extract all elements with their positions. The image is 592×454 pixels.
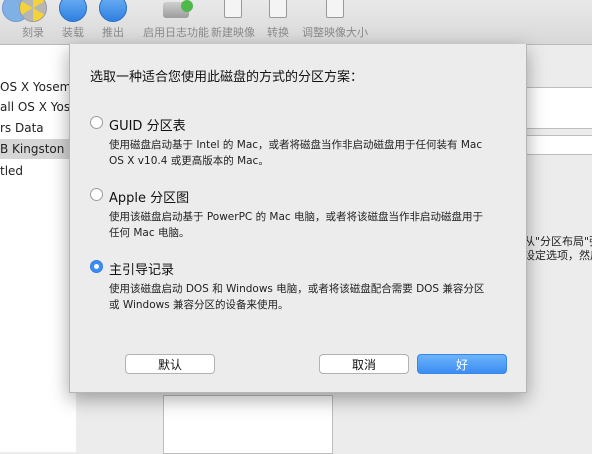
option-label-apple: Apple 分区图: [109, 191, 190, 206]
instruction-text-2: 设定选项，然后: [524, 249, 592, 262]
journal-icon: [163, 0, 193, 18]
option-desc-apple: 使用该磁盘启动基于 PowerPC 的 Mac 电脑，或者将该磁盘当作非启动磁盘…: [109, 211, 484, 239]
convert-button[interactable]: 转换: [262, 0, 294, 44]
info-box-top: [523, 87, 592, 129]
cancel-button[interactable]: 取消: [319, 354, 409, 374]
radio-apple[interactable]: [90, 188, 103, 201]
eject-icon: [99, 0, 127, 22]
partition-scheme-sheet: 选取一种适合您使用此磁盘的方式的分区方案： GUID 分区表 使用磁盘启动基于 …: [69, 44, 527, 393]
resize-image-button[interactable]: 调整映像大小: [300, 0, 370, 44]
sheet-title: 选取一种适合您使用此磁盘的方式的分区方案：: [90, 70, 364, 85]
resize-image-icon: [326, 0, 344, 18]
option-label-guid: GUID 分区表: [109, 119, 186, 134]
sidebar-item-untitled[interactable]: tled: [0, 161, 76, 181]
burn-icon: [19, 0, 47, 22]
default-button[interactable]: 默认: [125, 354, 215, 374]
convert-icon: [269, 0, 287, 18]
radio-guid[interactable]: [90, 116, 103, 129]
partition-layout-view: [163, 395, 333, 454]
toolbar: 刻录 装载 推出 启用日志功能 新建映像 转换 调整映像大小: [0, 0, 592, 45]
sidebar-item-volume-1[interactable]: OS X Yosem: [0, 77, 76, 97]
option-label-mbr: 主引导记录: [109, 263, 175, 278]
burn-button[interactable]: 刻录: [14, 0, 52, 44]
sidebar: OS X Yosem all OS X Yose rs Data B Kings…: [0, 45, 76, 452]
option-desc-mbr: 使用该磁盘启动 DOS 和 Windows 电脑，或者将该磁盘配合需要 DOS …: [109, 283, 485, 311]
option-desc-guid: 使用磁盘启动基于 Intel 的 Mac，或者将磁盘当作非启动磁盘用于任何装有 …: [109, 139, 483, 167]
mount-icon: [59, 0, 87, 22]
sidebar-item-volume-3[interactable]: rs Data: [0, 118, 76, 138]
new-image-button[interactable]: 新建映像: [208, 0, 258, 44]
info-field: [523, 135, 592, 155]
new-image-icon: [224, 0, 242, 18]
radio-mbr[interactable]: [90, 260, 103, 273]
ok-button[interactable]: 好: [417, 354, 507, 374]
sidebar-item-volume-2[interactable]: all OS X Yose: [0, 97, 76, 117]
sidebar-item-kingston[interactable]: B Kingston D: [0, 139, 76, 159]
mount-button[interactable]: 装载: [54, 0, 92, 44]
enable-journaling-button[interactable]: 启用日志功能: [134, 0, 218, 44]
eject-button[interactable]: 推出: [94, 0, 132, 44]
